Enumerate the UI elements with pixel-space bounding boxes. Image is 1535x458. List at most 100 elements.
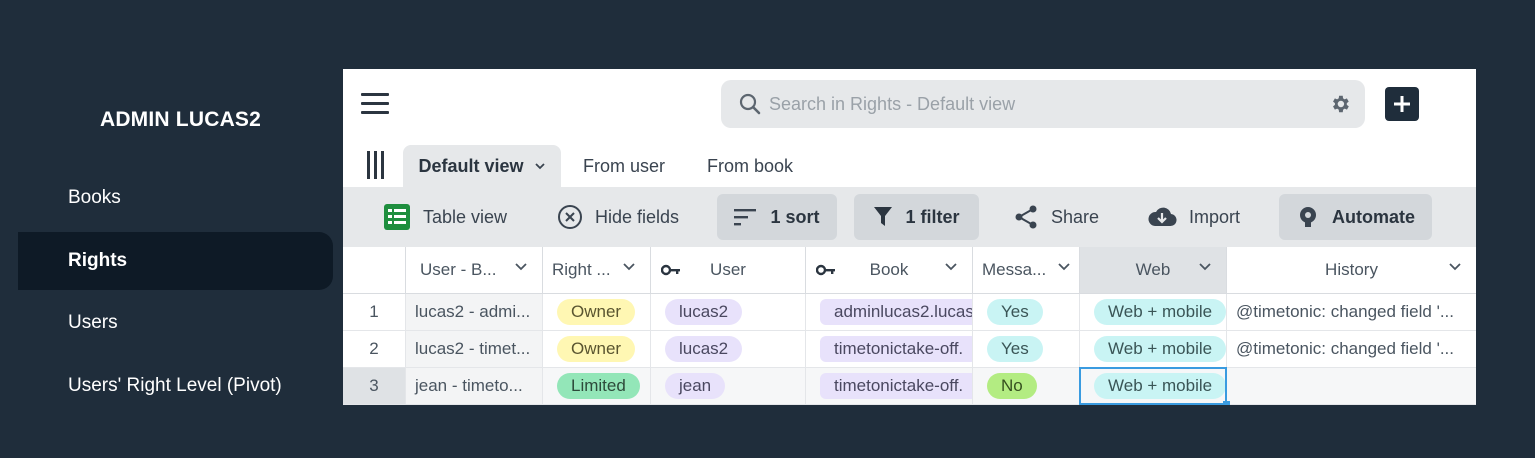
cell-history[interactable] [1227,368,1476,404]
web-pill: Web + mobile [1094,336,1226,362]
row-number: 3 [343,368,406,404]
share-button[interactable]: Share [1013,194,1099,240]
import-label: Import [1189,206,1241,227]
close-circle-icon [558,205,582,229]
sidebar-item-books[interactable]: Books [18,169,333,227]
row-number-header [343,247,406,293]
column-header-web[interactable]: Web [1080,247,1227,293]
chevron-down-icon [945,263,957,271]
column-header-label: History [1325,260,1378,279]
share-icon [1015,205,1037,229]
views-list-icon[interactable] [365,151,387,179]
cell-message[interactable]: Yes [973,294,1080,330]
cell-book[interactable]: adminlucas2.lucas [806,294,973,330]
column-header-label: Web [1135,260,1171,279]
sort-button[interactable]: 1 sort [717,194,837,240]
tab-default-view[interactable]: Default view [403,145,561,187]
row-number: 2 [343,331,406,367]
add-button[interactable] [1385,87,1419,121]
tab-label: From user [583,155,666,176]
table-row[interactable]: 3 jean - timeto... Limited jean timetoni… [343,368,1476,405]
chevron-down-icon [1199,263,1211,271]
search-icon [739,93,761,115]
sort-icon [734,209,757,226]
app-title: ADMIN LUCAS2 [99,108,262,131]
column-header-message[interactable]: Messa... [973,247,1080,293]
cell-right[interactable]: Owner [543,331,651,367]
tab-from-book[interactable]: From book [707,145,793,187]
column-header-book[interactable]: Book [806,247,973,293]
chevron-down-icon [623,263,635,271]
hide-fields-button[interactable]: Hide fields [557,194,679,240]
cell-user-book[interactable]: jean - timeto... [406,368,543,404]
table-view-label: Table view [423,206,508,227]
chevron-down-icon [534,163,545,170]
cell-user[interactable]: jean [651,368,806,404]
hamburger-menu-icon[interactable] [361,93,389,115]
right-pill: Owner [557,299,636,325]
column-header-label: User [710,260,746,279]
cell-selection-outline [1079,367,1227,405]
column-header-user-book[interactable]: User - B... [406,247,543,293]
filter-button[interactable]: 1 filter [854,194,979,240]
row-number: 1 [343,294,406,330]
sidebar-item-label: Books [68,187,121,208]
sidebar-item-label: Users [68,312,118,333]
gear-icon[interactable] [1329,93,1351,115]
cell-user-book[interactable]: lucas2 - admi... [406,294,543,330]
cell-history[interactable]: @timetonic: changed field '... [1227,294,1476,330]
tab-label: From book [707,155,794,176]
column-header-label: Book [869,260,909,279]
cell-message[interactable]: Yes [973,331,1080,367]
right-pill: Limited [557,373,640,399]
table-row[interactable]: 1 lucas2 - admi... Owner lucas2 adminluc… [343,294,1476,331]
cell-book[interactable]: timetonictake-off. [806,368,973,404]
table-view-icon [384,204,410,230]
web-pill: Web + mobile [1094,299,1226,325]
user-pill: lucas2 [665,336,743,362]
toolbar: Table view Hide fields 1 sort 1 filter S… [343,187,1476,247]
sidebar-item-users-right-level[interactable]: Users' Right Level (Pivot) [18,357,333,415]
sidebar-item-users[interactable]: Users [18,294,333,352]
share-label: Share [1051,206,1100,227]
message-pill: No [987,373,1037,399]
cell-web[interactable]: Web + mobile [1080,331,1227,367]
main-panel: Default view From user From book Table v… [343,69,1476,405]
cell-message[interactable]: No [973,368,1080,404]
hide-fields-label: Hide fields [595,206,680,227]
message-pill: Yes [987,336,1043,362]
cell-right[interactable]: Owner [543,294,651,330]
key-icon [816,264,835,276]
cell-web[interactable]: Web + mobile [1080,294,1227,330]
right-pill: Owner [557,336,636,362]
cell-history[interactable]: @timetonic: changed field '... [1227,331,1476,367]
chevron-down-icon [1058,263,1070,271]
fill-handle[interactable] [1223,401,1230,405]
book-pill: timetonictake-off. [820,336,972,362]
tab-from-user[interactable]: From user [583,145,665,187]
table-row[interactable]: 2 lucas2 - timet... Owner lucas2 timeton… [343,331,1476,368]
tab-label: Default view [418,155,524,176]
column-header-user[interactable]: User [651,247,806,293]
automate-button[interactable]: Automate [1279,194,1432,240]
search-input[interactable] [769,88,1309,120]
cell-right[interactable]: Limited [543,368,651,404]
cell-user[interactable]: lucas2 [651,294,806,330]
key-icon [661,264,680,276]
column-header-label: Right ... [552,260,611,279]
cell-book[interactable]: timetonictake-off. [806,331,973,367]
cell-user-book[interactable]: lucas2 - timet... [406,331,543,367]
chevron-down-icon [515,263,527,271]
sidebar-item-rights[interactable]: Rights [18,232,333,290]
cell-user[interactable]: lucas2 [651,331,806,367]
column-header-right[interactable]: Right ... [543,247,651,293]
chevron-down-icon [1449,263,1461,271]
book-pill: adminlucas2.lucas [820,299,972,325]
import-button[interactable]: Import [1147,194,1240,240]
filter-icon [874,207,893,226]
cloud-download-icon [1148,207,1177,227]
column-header-history[interactable]: History [1227,247,1476,293]
table-view-button[interactable]: Table view [383,194,507,240]
filter-label: 1 filter [905,206,960,227]
column-header-label: User - B... [420,260,497,279]
